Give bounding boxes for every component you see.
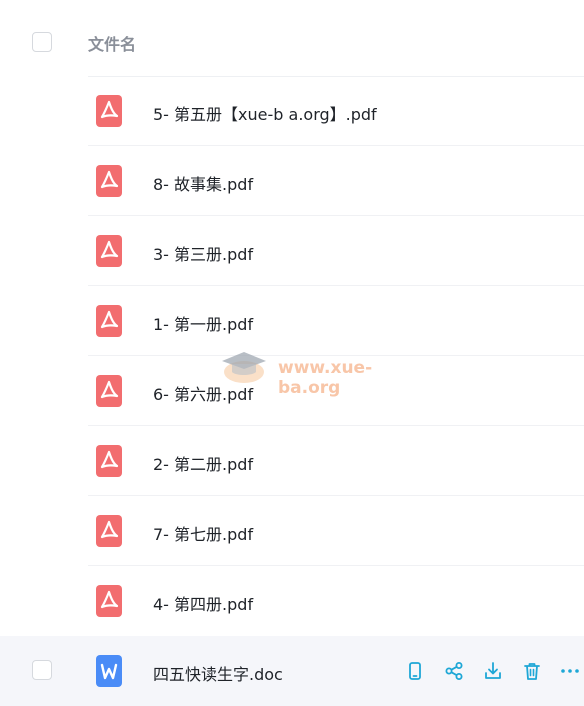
phone-icon[interactable]: [404, 660, 426, 682]
file-list-header: 文件名: [0, 0, 584, 77]
file-name[interactable]: 8- 故事集.pdf: [153, 171, 253, 195]
pdf-file-icon: [96, 235, 122, 267]
delete-icon[interactable]: [521, 660, 543, 682]
file-name[interactable]: 6- 第六册.pdf: [153, 381, 253, 405]
file-row[interactable]: 2- 第二册.pdf: [0, 426, 584, 496]
file-name[interactable]: 3- 第三册.pdf: [153, 241, 253, 265]
pdf-file-icon: [96, 305, 122, 337]
pdf-file-icon: [96, 515, 122, 547]
file-row-hovered[interactable]: 四五快读生字.doc: [0, 636, 584, 706]
file-name[interactable]: 2- 第二册.pdf: [153, 451, 253, 475]
file-name[interactable]: 四五快读生字.doc: [153, 661, 283, 685]
word-file-icon: [96, 655, 122, 687]
file-name[interactable]: 7- 第七册.pdf: [153, 521, 253, 545]
pdf-file-icon: [96, 445, 122, 477]
file-row[interactable]: 5- 第五册【xue-b a.org】.pdf: [0, 76, 584, 146]
pdf-file-icon: [96, 375, 122, 407]
pdf-file-icon: [96, 165, 122, 197]
column-header-filename[interactable]: 文件名: [88, 31, 136, 55]
share-icon[interactable]: [443, 660, 465, 682]
file-row[interactable]: 6- 第六册.pdf: [0, 356, 584, 426]
file-row[interactable]: 1- 第一册.pdf: [0, 286, 584, 356]
select-all-checkbox[interactable]: [32, 32, 52, 52]
download-icon[interactable]: [482, 660, 504, 682]
more-icon[interactable]: [559, 660, 581, 682]
pdf-file-icon: [96, 585, 122, 617]
file-list: 5- 第五册【xue-b a.org】.pdf 8- 故事集.pdf 3- 第三…: [0, 76, 584, 706]
file-name[interactable]: 4- 第四册.pdf: [153, 591, 253, 615]
file-row[interactable]: 3- 第三册.pdf: [0, 216, 584, 286]
row-checkbox[interactable]: [32, 660, 52, 680]
file-row[interactable]: 4- 第四册.pdf: [0, 566, 584, 636]
file-row[interactable]: 7- 第七册.pdf: [0, 496, 584, 566]
pdf-file-icon: [96, 95, 122, 127]
file-name[interactable]: 1- 第一册.pdf: [153, 311, 253, 335]
file-row[interactable]: 8- 故事集.pdf: [0, 146, 584, 216]
file-name[interactable]: 5- 第五册【xue-b a.org】.pdf: [153, 101, 377, 125]
